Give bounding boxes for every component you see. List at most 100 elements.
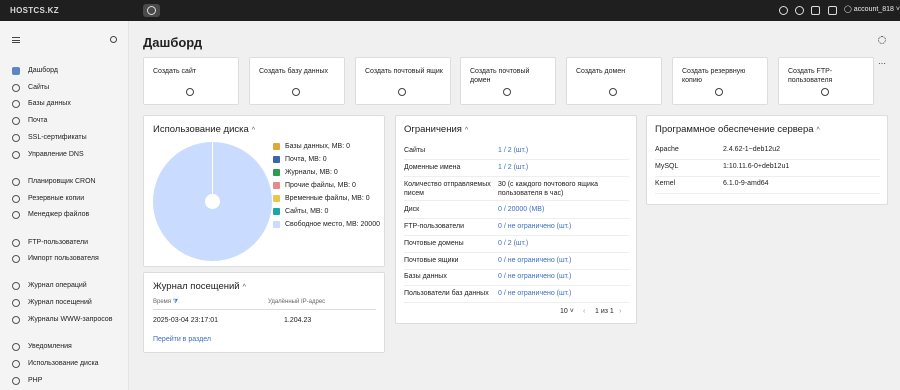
quick-action-card[interactable]: Создать резервную копию — [672, 57, 768, 105]
gear-icon[interactable] — [878, 36, 886, 44]
sidebar-item[interactable]: PHP — [8, 374, 120, 387]
sidebar-item[interactable]: Дашборд — [8, 64, 120, 77]
legend-label: Сайты, MB: 0 — [285, 208, 329, 215]
disk-usage-pie — [153, 142, 272, 261]
limit-value[interactable]: 0 / не ограничено (шт.) — [498, 256, 630, 265]
page-range: 1 из 1 — [595, 308, 614, 315]
limit-value[interactable]: 0 / 20000 (MB) — [498, 205, 630, 214]
limit-value[interactable]: 0 / не ограничено (шт.) — [498, 289, 630, 298]
disk-usage-title[interactable]: Использование диска ^ — [153, 124, 255, 135]
legend-checkbox[interactable] — [273, 195, 280, 202]
quick-action-label: Создать FTP-пользователя — [788, 68, 833, 84]
globe-icon — [186, 88, 194, 96]
col-time-header[interactable]: Время ⧩ — [153, 299, 178, 306]
chevron-up-icon: ^ — [251, 127, 256, 134]
software-name: Kernel — [655, 180, 676, 187]
limit-value: 30 (с каждого почтового ящика пользовате… — [498, 181, 599, 197]
import-icon — [12, 254, 20, 263]
sidebar-item[interactable]: Почта — [8, 114, 120, 127]
sidebar-item-label: Планировщик CRON — [28, 178, 96, 185]
sidebar-item[interactable]: Планировщик CRON — [8, 175, 120, 188]
quick-action-card[interactable]: Создать почтовый домен — [460, 57, 556, 105]
limit-value[interactable]: 1 / 2 (шт.) — [498, 163, 630, 172]
limit-name: Пользователи баз данных — [404, 290, 489, 297]
quick-action-card[interactable]: Создать базу данных — [249, 57, 345, 105]
menu-icon[interactable] — [12, 37, 20, 43]
legend-checkbox[interactable] — [273, 143, 280, 150]
go-to-section-link[interactable]: Перейти в раздел — [153, 336, 211, 343]
sidebar-item-label: Базы данных — [28, 100, 71, 107]
software-version: 6.1.0-9-amd64 — [723, 180, 769, 187]
legend-checkbox[interactable] — [273, 169, 280, 176]
legend-checkbox[interactable] — [273, 208, 280, 215]
more-icon[interactable]: ⋯ — [878, 59, 886, 68]
prev-page-icon[interactable]: ‹ — [583, 308, 585, 315]
limit-name: Почтовые ящики — [404, 257, 459, 264]
search-icon[interactable] — [110, 36, 117, 43]
limits-row: Почтовые ящики 0 / не ограничено (шт.) — [404, 256, 629, 270]
notifications-icon[interactable] — [828, 6, 837, 15]
next-page-icon[interactable]: › — [619, 308, 621, 315]
quick-action-card[interactable]: Создать почтовый ящик — [355, 57, 451, 105]
limits-title[interactable]: Ограничения ^ — [404, 124, 468, 135]
sidebar-item-label: SSL-сертификаты — [28, 134, 87, 141]
quick-action-card[interactable]: Создать сайт — [143, 57, 239, 105]
help-icon[interactable] — [779, 6, 788, 15]
theme-icon[interactable] — [795, 6, 804, 15]
sidebar-item[interactable]: Журнал посещений — [8, 296, 120, 309]
sidebar-item[interactable]: Использование диска — [8, 357, 120, 370]
sidebar-item[interactable]: Импорт пользователя — [8, 252, 120, 265]
legend-checkbox[interactable] — [273, 182, 280, 189]
sidebar-item[interactable]: Менеджер файлов — [8, 208, 120, 221]
software-row: Kernel 6.1.0-9-amd64 — [655, 180, 880, 194]
sidebar-item[interactable]: Уведомления — [8, 340, 120, 353]
sidebar-item[interactable]: Журналы WWW-запросов — [8, 313, 120, 326]
quick-action-card[interactable]: Создать домен — [566, 57, 662, 105]
limit-name: Сайты — [404, 147, 426, 154]
account-menu[interactable]: ◯ account_818 ˅ — [844, 5, 900, 13]
dashboard-gauge-icon — [147, 6, 156, 15]
sidebar-item-label: PHP — [28, 377, 43, 384]
legend-checkbox[interactable] — [273, 156, 280, 163]
limit-name: Почтовые домены — [404, 240, 464, 247]
visit-log-title[interactable]: Журнал посещений ^ — [153, 281, 246, 292]
ftp-icon — [12, 238, 20, 247]
limit-value[interactable]: 0 / не ограничено (шт.) — [498, 222, 630, 231]
log-icon — [12, 281, 20, 290]
limit-value[interactable]: 0 / 2 (шт.) — [498, 239, 630, 248]
quick-action-label: Создать домен — [576, 68, 626, 75]
sidebar-item[interactable]: SSL-сертификаты — [8, 131, 120, 144]
logo[interactable]: HOSTCS.KZ — [10, 6, 59, 15]
sidebar-item[interactable]: Резервные копии — [8, 192, 120, 205]
legend-label: Базы данных, MB: 0 — [285, 143, 351, 150]
legend-checkbox[interactable] — [273, 221, 280, 228]
clock-icon — [12, 177, 20, 186]
software-version: 2.4.62-1~deb12u2 — [723, 146, 781, 153]
per-page-select[interactable]: 10 ˅ — [560, 308, 574, 315]
sidebar-item[interactable]: Сайты — [8, 81, 120, 94]
limits-row: Доменные имена 1 / 2 (шт.) — [404, 163, 629, 177]
sidebar-item-label: Почта — [28, 117, 48, 124]
mail-icon — [12, 116, 20, 125]
limit-value[interactable]: 0 / не ограничено (шт.) — [498, 272, 630, 281]
chevron-up-icon: ^ — [464, 127, 469, 134]
export-icon[interactable] — [811, 6, 820, 15]
sidebar-item-label: Резервные копии — [28, 195, 85, 202]
lock-icon — [12, 133, 20, 142]
quick-action-card[interactable]: Создать FTP-пользователя — [778, 57, 874, 105]
col-ip-header: Удалённый IP-адрес — [268, 299, 326, 305]
sidebar-item-label: Менеджер файлов — [28, 211, 90, 218]
legend-label: Журналы, MB: 0 — [285, 169, 338, 176]
database-icon — [292, 88, 300, 96]
bell-icon — [12, 342, 20, 351]
limit-value[interactable]: 1 / 2 (шт.) — [498, 146, 630, 155]
sidebar-item[interactable]: FTP-пользователи — [8, 236, 120, 249]
legend-label: Свободное место, MB: 20000 — [285, 221, 380, 228]
sidebar-item[interactable]: Журнал операций — [8, 279, 120, 292]
sidebar-item[interactable]: Управление DNS — [8, 148, 120, 161]
dashboard-button[interactable] — [143, 4, 160, 17]
software-title[interactable]: Программное обеспечение сервера ^ — [655, 124, 820, 135]
top-bar: HOSTCS.KZ ◯ account_818 ˅ — [0, 0, 900, 21]
limit-name: Базы данных — [404, 273, 447, 280]
sidebar-item[interactable]: Базы данных — [8, 97, 120, 110]
